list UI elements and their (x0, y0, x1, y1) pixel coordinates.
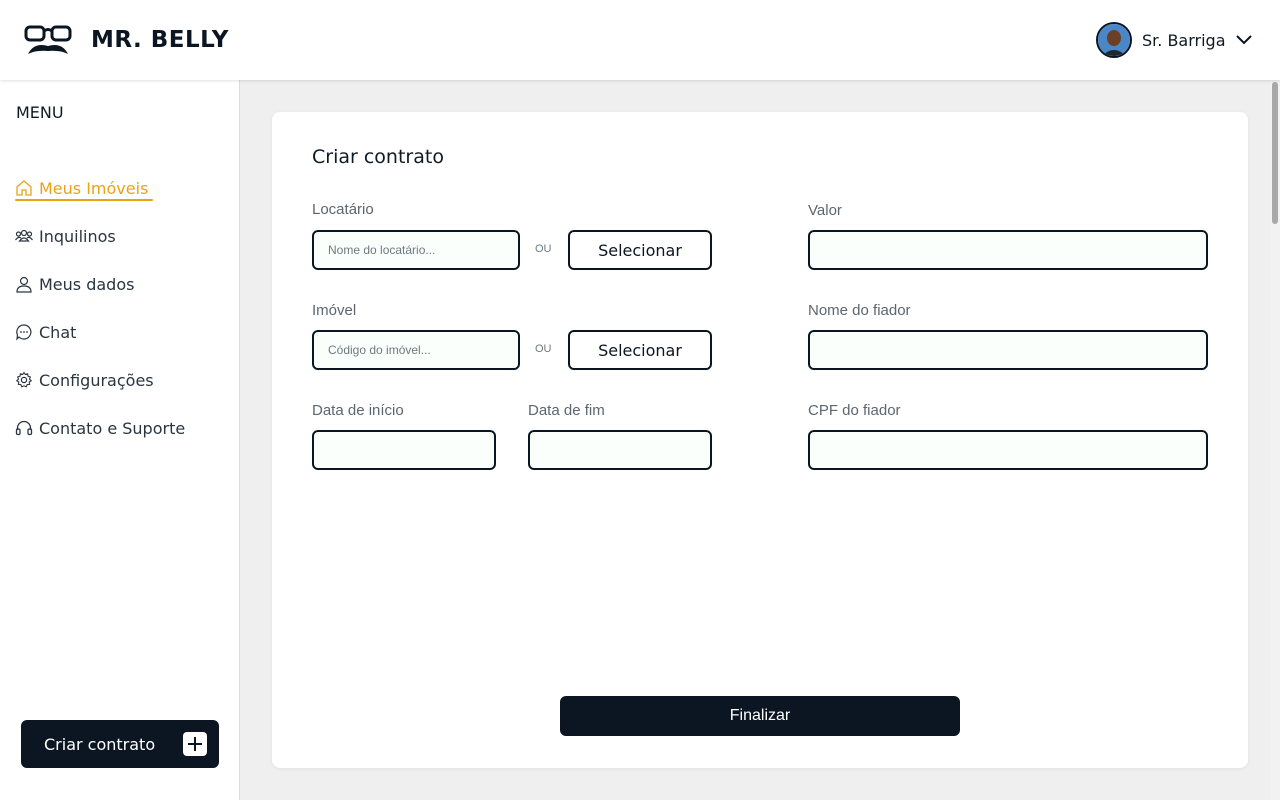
sidebar-item-label: Meus Imóveis (39, 178, 149, 198)
sidebar-item-label: Chat (39, 322, 77, 342)
sidebar-item-contato-suporte[interactable]: Contato e Suporte (15, 404, 225, 452)
top-header: MR. BELLY Sr. Barriga (0, 0, 1280, 80)
sidebar: MENU Meus Imóveis Inquilinos Meus dados (0, 80, 240, 800)
form-title: Criar contrato (312, 146, 444, 168)
sidebar-item-meus-dados[interactable]: Meus dados (15, 260, 225, 308)
sidebar-item-label: Contato e Suporte (39, 418, 186, 438)
gear-icon (15, 371, 33, 388)
avatar-image (1098, 24, 1130, 56)
active-underline (15, 199, 153, 201)
finalizar-button[interactable]: Finalizar (560, 696, 960, 736)
scrollbar-thumb[interactable] (1272, 82, 1278, 224)
sidebar-item-inquilinos[interactable]: Inquilinos (15, 212, 225, 260)
locatario-input[interactable] (312, 230, 520, 270)
glasses-mustache-logo-icon (24, 25, 72, 54)
menu-title: MENU (16, 103, 64, 122)
user-icon (16, 276, 32, 293)
end-date-input[interactable] (528, 430, 712, 470)
select-locatario-button[interactable]: Selecionar (568, 230, 712, 270)
locatario-label: Locatário (312, 201, 374, 218)
home-icon (16, 180, 32, 196)
fiador-cpf-input[interactable] (808, 430, 1208, 470)
imovel-input[interactable] (312, 330, 520, 370)
select-imovel-button[interactable]: Selecionar (568, 330, 712, 370)
sidebar-item-configuracoes[interactable]: Configurações (15, 356, 225, 404)
valor-label: Valor (808, 202, 842, 219)
sidebar-item-label: Meus dados (39, 274, 135, 294)
create-contract-card: Criar contrato Locatário OU Selecionar I… (272, 112, 1248, 768)
sidebar-item-chat[interactable]: Chat (15, 308, 225, 356)
main-scrollbar[interactable] (1270, 80, 1280, 800)
start-date-input[interactable] (312, 430, 496, 470)
fiador-name-label: Nome do fiador (808, 302, 911, 319)
start-date-label: Data de início (312, 402, 404, 419)
create-contract-label: Criar contrato (44, 734, 156, 754)
or-separator: OU (535, 343, 552, 355)
sidebar-item-label: Inquilinos (39, 226, 116, 246)
imovel-label: Imóvel (312, 302, 357, 319)
brand-name: MR. BELLY (91, 27, 229, 53)
headset-icon (15, 420, 33, 436)
avatar (1096, 22, 1132, 58)
sidebar-nav: Meus Imóveis Inquilinos Meus dados Chat … (15, 164, 225, 452)
chat-icon (16, 324, 32, 341)
valor-input[interactable] (808, 230, 1208, 270)
user-name: Sr. Barriga (1142, 30, 1226, 50)
user-menu[interactable]: Sr. Barriga (1096, 22, 1254, 58)
end-date-label: Data de fim (528, 402, 605, 419)
plus-icon (183, 732, 207, 756)
sidebar-item-label: Configurações (39, 370, 154, 390)
create-contract-button[interactable]: Criar contrato (21, 720, 219, 768)
chevron-down-icon[interactable] (1234, 30, 1254, 50)
sidebar-item-meus-imoveis[interactable]: Meus Imóveis (15, 164, 225, 212)
fiador-name-input[interactable] (808, 330, 1208, 370)
fiador-cpf-label: CPF do fiador (808, 402, 901, 419)
or-separator: OU (535, 243, 552, 255)
users-icon (15, 229, 33, 242)
